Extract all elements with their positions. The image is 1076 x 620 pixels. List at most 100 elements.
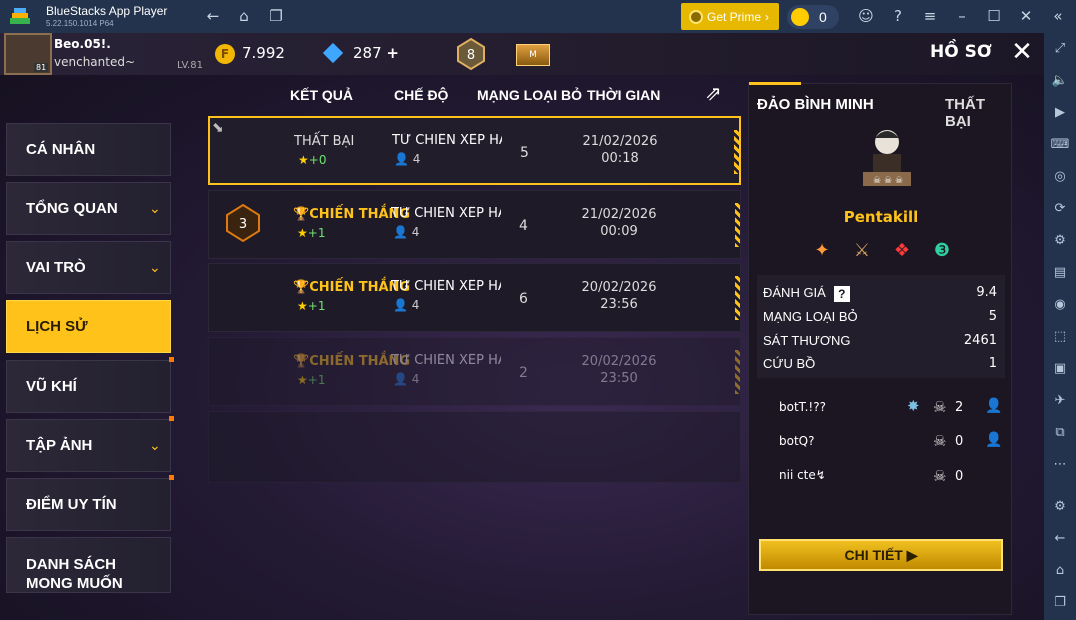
volume-icon[interactable]: 🔈 (1050, 71, 1070, 91)
player-subtitle: venchanted~ (54, 55, 136, 69)
menu-item-vu-khi[interactable]: VŨ KHÍ (6, 357, 174, 413)
keyboard-icon[interactable]: ⌨ (1050, 135, 1070, 155)
close-icon[interactable]: ✕ (1008, 38, 1036, 66)
stat-value: 5 (988, 309, 997, 324)
avatar[interactable]: 81 (4, 33, 52, 75)
teammate-name: botT.!?? (779, 400, 826, 414)
notification-dot (169, 416, 174, 421)
airplane-icon[interactable]: ✈ (1050, 391, 1070, 411)
svg-text:☠: ☠ (873, 176, 881, 186)
character-portrait-icon: ☠ ☠ ☠ (863, 130, 911, 186)
table-row[interactable]: 🏆CHIẾN THẮNG ★+1 TỬ CHIẾN XẾP HẠ 👤 4 2 2… (208, 337, 741, 406)
table-row[interactable]: 🏆CHIẾN THẮNG ★+1 TỬ CHIẾN XẾP HẠ 👤 4 6 2… (208, 263, 741, 332)
details-button[interactable]: CHI TIẾT ▶ (759, 539, 1003, 571)
panel-accent-line (749, 82, 801, 85)
rank-badge-icon[interactable]: 8 (454, 37, 488, 71)
diamond-amount[interactable]: 287 + (353, 44, 399, 62)
menu-item-tong-quan[interactable]: TỔNG QUAN ⌄ (6, 182, 171, 235)
multi-window-icon[interactable]: ❐ (266, 6, 286, 26)
copy-icon[interactable]: ⧉ (1050, 423, 1070, 443)
close-window-icon[interactable]: ✕ (1016, 6, 1036, 26)
teammate-name: nii cte↯ (779, 468, 826, 482)
wolf-badge-icon[interactable]: ❖ (887, 237, 917, 265)
sidebar-back-icon[interactable]: ← (1050, 529, 1070, 549)
menu-item-ca-nhan[interactable]: CÁ NHÂN (6, 123, 171, 176)
avatar-level: 81 (34, 63, 49, 72)
menu-item-lich-su[interactable]: LỊCH SỬ (6, 300, 171, 353)
fullscreen-icon[interactable]: ⤢ (1050, 39, 1070, 59)
booyah-badge-icon: 3 (226, 203, 260, 243)
match-date: 21/02/2026 (581, 207, 657, 222)
rank-chevron-icon: ⬊ (212, 120, 224, 136)
screenshot-icon[interactable]: ◉ (1050, 295, 1070, 315)
slash-badge-icon[interactable]: ⚔ (847, 237, 877, 265)
page-title: HỒ SƠ (930, 42, 992, 62)
add-friend-icon[interactable]: 👤 (985, 432, 1002, 448)
stat-label: ĐÁNH GIÁ (763, 285, 826, 300)
back-arrow-icon[interactable]: ← (203, 6, 223, 26)
star-icon: ★ (297, 226, 308, 240)
stat-value: 2461 (963, 333, 997, 348)
menu-item-label: LỊCH SỬ (26, 318, 88, 335)
more-icon[interactable]: ⋯ (1050, 455, 1070, 475)
add-diamond-icon[interactable]: + (386, 44, 399, 62)
menu-icon[interactable]: ≡ (920, 6, 940, 26)
resize-icon[interactable]: ⬚ (1050, 327, 1070, 347)
help-icon[interactable]: ? (888, 6, 908, 26)
sidebar-toggle-icon[interactable]: « (1048, 6, 1068, 26)
video-icon[interactable]: ▶ (1050, 103, 1070, 123)
help-icon[interactable]: ? (833, 285, 850, 302)
player-level: LV.81 (177, 60, 203, 71)
match-points: +1 (307, 226, 326, 240)
prime-coin-icon (689, 9, 703, 24)
runner-badge-icon[interactable]: ✦ (807, 237, 837, 265)
game-screen: 81 Beo.05!. venchanted~ LV.81 F 7.992 28… (0, 33, 1044, 620)
empty-row (208, 411, 741, 483)
chevron-right-icon: › (765, 9, 770, 24)
svg-text:☠: ☠ (895, 176, 903, 186)
menu-item-vai-tro[interactable]: VAI TRÒ ⌄ (6, 241, 171, 294)
emulator-title: BlueStacks App Player (46, 4, 168, 18)
home-icon[interactable]: ⌂ (234, 6, 254, 26)
match-detail-panel: ĐẢO BÌNH MINH THẤT BẠI ☠ ☠ ☠ Pentakill ✦… (748, 82, 1012, 615)
add-friend-icon[interactable]: 👤 (985, 398, 1002, 414)
match-kills: 5 (520, 145, 529, 161)
recent-apps-icon[interactable]: ❐ (1050, 593, 1070, 613)
share-icon[interactable]: ⇗ (705, 81, 733, 105)
chevron-down-icon: ⌄ (149, 260, 161, 276)
match-points: +0 (308, 153, 327, 167)
get-prime-button[interactable]: Get Prime › (681, 3, 779, 30)
gamepad-icon[interactable]: ◎ (1050, 167, 1070, 187)
gallery-icon[interactable]: ▣ (1050, 359, 1070, 379)
table-row[interactable]: ⬊ THẤT BẠI ★+0 TỬ CHIẾN XẾP HẠ 👤 4 5 21/… (208, 116, 741, 185)
maximize-icon[interactable]: ☐ (984, 6, 1004, 26)
table-row[interactable]: 3 🏆CHIẾN THẮNG ★+1 TỬ CHIẾN XẾP HẠ 👤 4 4… (208, 190, 741, 259)
squad-icon: 👤 (394, 152, 409, 166)
match-time: 00:18 (601, 151, 639, 166)
coin-icon (791, 8, 809, 26)
elite-pass-icon[interactable]: M (516, 44, 550, 66)
menu-item-label: DANH SÁCH MONG MUỐN (26, 556, 123, 592)
minimize-icon[interactable]: – (952, 6, 972, 26)
macro-icon[interactable]: ⚙ (1050, 231, 1070, 251)
match-kills: 2 (519, 365, 528, 381)
three-badge-icon[interactable]: ❸ (927, 237, 957, 265)
account-icon[interactable]: ☺ (856, 6, 876, 26)
squad-size: 4 (412, 152, 421, 166)
teammate-kills: 0 (955, 434, 964, 449)
sidebar-home-icon[interactable]: ⌂ (1050, 561, 1070, 581)
row-stripe (735, 350, 740, 394)
teammate-kills: 0 (955, 469, 964, 484)
apk-icon[interactable]: ▤ (1050, 263, 1070, 283)
menu-item-label: VŨ KHÍ (26, 378, 77, 395)
menu-item-tap-anh[interactable]: TẬP ẢNH ⌄ (6, 416, 174, 472)
column-header-time: THỜI GIAN (587, 87, 661, 103)
match-kills: 4 (519, 218, 528, 234)
gold-amount: 7.992 (242, 44, 285, 62)
settings-icon[interactable]: ⚙ (1050, 497, 1070, 517)
coin-counter[interactable]: 0 (787, 5, 839, 29)
menu-item-danh-sach-mong-muon[interactable]: DANH SÁCH MONG MUỐN (6, 537, 171, 593)
menu-item-diem-uy-tin[interactable]: ĐIỂM UY TÍN (6, 475, 174, 531)
rotate-icon[interactable]: ⟳ (1050, 199, 1070, 219)
chevron-down-icon: ⌄ (149, 438, 161, 454)
